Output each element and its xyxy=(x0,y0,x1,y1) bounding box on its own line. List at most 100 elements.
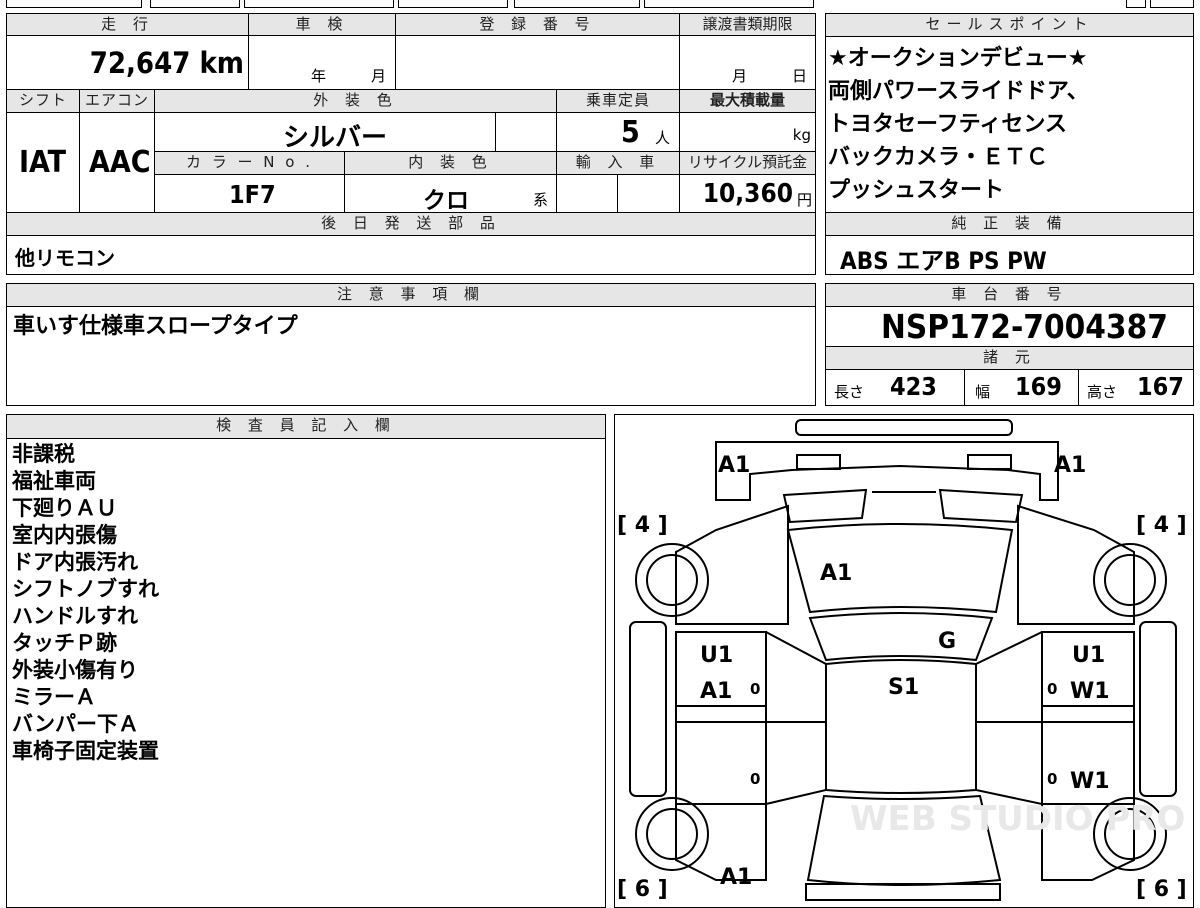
tire-rear-right-label: [ 6 ] xyxy=(1136,877,1187,902)
spec-width-label: 幅 xyxy=(975,383,991,401)
recycle-cell: 10,360 円 xyxy=(679,174,816,213)
aircon-cell: AAC xyxy=(79,112,155,213)
inspection-month-unit: 月 xyxy=(371,67,387,85)
registration-header: 登 録 番 号 xyxy=(395,13,680,36)
max-load-cell: kg xyxy=(679,112,816,152)
recycle-fee-unit: 円 xyxy=(796,191,812,209)
notes-cell: 車いす仕様車スロープタイプ xyxy=(6,306,816,406)
rear-left-mark: A1 xyxy=(720,865,752,890)
recycle-header: リサイクル預託金 xyxy=(679,151,816,175)
spec-width-value: 169 xyxy=(1015,372,1062,401)
later-parts-cell: 他リモコン xyxy=(6,235,816,275)
car-diagram-panel: WEB STUDIO PRO [ 4 ] [ 4 ] [ 6 ] [ 6 ] A… xyxy=(614,414,1194,908)
tire-front-left-label: [ 4 ] xyxy=(617,513,668,538)
inspection-year-unit: 年 xyxy=(311,67,327,85)
top-strip-cell-5 xyxy=(514,0,640,8)
side-sill-right xyxy=(1139,621,1177,797)
front-fender-right xyxy=(1017,504,1135,625)
inspector-line-2: 福祉車両 xyxy=(12,469,96,493)
top-strip-cell-8 xyxy=(1150,0,1194,8)
chassis-cell: NSP172-7004387 xyxy=(825,306,1194,347)
exterior-color-cell: シルバー xyxy=(154,112,496,152)
shift-header: シフト xyxy=(6,89,80,113)
spec-length-value: 423 xyxy=(890,372,937,401)
import-cell-left xyxy=(556,174,618,213)
interior-color-suffix: 系 xyxy=(533,191,549,209)
inspector-line-5: ドア内張汚れ xyxy=(12,550,138,574)
transfer-month-unit: 月 xyxy=(732,67,748,85)
color-no-value: 1F7 xyxy=(229,180,276,209)
inspector-line-6: シフトノブすれ xyxy=(12,577,159,601)
windshield-mark: G xyxy=(938,629,956,654)
recycle-fee-value: 10,360 xyxy=(702,179,793,209)
seating-unit: 人 xyxy=(655,129,671,147)
registration-cell xyxy=(395,35,680,90)
rear-bumper-shape xyxy=(805,883,1001,901)
transfer-deadline-header: 譲渡書類期限 xyxy=(679,13,816,36)
inspector-header: 検 査 員 記 入 欄 xyxy=(6,414,606,439)
genuine-equipment-header: 純 正 装 備 xyxy=(825,212,1194,236)
inspector-line-4: 室内内張傷 xyxy=(12,523,117,547)
shift-value: IAT xyxy=(19,145,67,180)
import-header: 輸 入 車 xyxy=(556,151,680,175)
specs-header: 諸 元 xyxy=(825,346,1194,370)
chassis-number: NSP172-7004387 xyxy=(881,307,1168,346)
spec-height-label: 高さ xyxy=(1087,383,1118,401)
zero-mark-3: 0 xyxy=(1047,680,1057,698)
zero-mark-1: 0 xyxy=(750,680,760,698)
grille-shape xyxy=(782,488,1024,524)
top-strip-cell-3 xyxy=(244,0,394,8)
chassis-header: 車 台 番 号 xyxy=(825,283,1194,307)
sales-point-2: 両側パワースライドドア、 xyxy=(828,79,1089,104)
aircon-value: AAC xyxy=(89,145,151,180)
transfer-deadline-cell: 月 日 xyxy=(679,35,816,90)
diagram-watermark: WEB STUDIO PRO xyxy=(850,799,1185,839)
inspection-cell: 年 月 xyxy=(248,35,396,90)
side-sill-left xyxy=(629,621,667,797)
inspector-line-10: ミラーＡ xyxy=(12,685,96,709)
sales-point-1: ★オークションデビュー★ xyxy=(828,46,1088,71)
notes-header: 注 意 事 項 欄 xyxy=(6,283,816,307)
zero-mark-4: 0 xyxy=(1047,770,1057,788)
transfer-day-unit: 日 xyxy=(792,67,808,85)
inspector-line-7: ハンドルすれ xyxy=(12,604,138,628)
car-diagram: WEB STUDIO PRO [ 4 ] [ 4 ] [ 6 ] [ 6 ] A… xyxy=(617,419,1187,902)
exterior-color-value: シルバー xyxy=(283,123,388,152)
front-door-right-bottom-mark: W1 xyxy=(1070,679,1110,704)
front-door-left-top-mark: U1 xyxy=(700,643,733,668)
later-parts-text: 他リモコン xyxy=(15,246,115,270)
inspector-line-11: バンパー下Ａ xyxy=(12,712,140,736)
front-door-left-bottom-mark: A1 xyxy=(700,679,732,704)
inspector-line-8: タッチＰ跡 xyxy=(12,631,117,655)
inspector-cell: 非課税 福祉車両 下廻りＡＵ 室内内張傷 ドア内張汚れ シフトノブすれ ハンドル… xyxy=(6,438,606,908)
zero-mark-2: 0 xyxy=(750,770,760,788)
aircon-header: エアコン xyxy=(79,89,155,113)
interior-color-cell: クロ 系 xyxy=(344,174,557,213)
front-corner-right-mark: A1 xyxy=(1054,453,1086,478)
sales-point-5: プッシュスタート xyxy=(828,178,1005,203)
mileage-cell: 72,647 km xyxy=(6,35,249,90)
genuine-equipment-text: ABS エアB PS PW xyxy=(840,247,1047,275)
color-no-cell: 1F7 xyxy=(154,174,345,213)
headlight-left xyxy=(796,454,841,470)
top-strip-cell-1 xyxy=(6,0,142,8)
inspection-header: 車 検 xyxy=(248,13,396,36)
genuine-equipment-cell: ABS エアB PS PW xyxy=(825,235,1194,275)
spec-length-cell: 長さ 423 xyxy=(825,369,965,406)
inspector-line-3: 下廻りＡＵ xyxy=(12,496,117,520)
front-door-right-top-mark: U1 xyxy=(1072,643,1105,668)
sales-point-3: トヨタセーフティセンス xyxy=(828,112,1067,137)
tire-front-right-label: [ 4 ] xyxy=(1136,513,1187,538)
max-load-header: 最大積載量 xyxy=(679,89,816,113)
inspector-line-12: 車椅子固定装置 xyxy=(12,739,159,763)
spec-height-value: 167 xyxy=(1137,372,1184,401)
top-strip-cell-2 xyxy=(150,0,240,8)
exterior-color-header: 外 装 色 xyxy=(154,89,557,113)
front-bumper-shape xyxy=(795,419,1013,436)
rear-door-left xyxy=(675,721,767,805)
mileage-header: 走 行 xyxy=(6,13,249,36)
top-strip-cell-7 xyxy=(1126,0,1146,8)
color-no-header: カ ラ ー N o . xyxy=(154,151,345,175)
sales-point-4: バックカメラ・ＥＴＣ xyxy=(828,145,1049,170)
spec-length-label: 長さ xyxy=(834,383,865,401)
